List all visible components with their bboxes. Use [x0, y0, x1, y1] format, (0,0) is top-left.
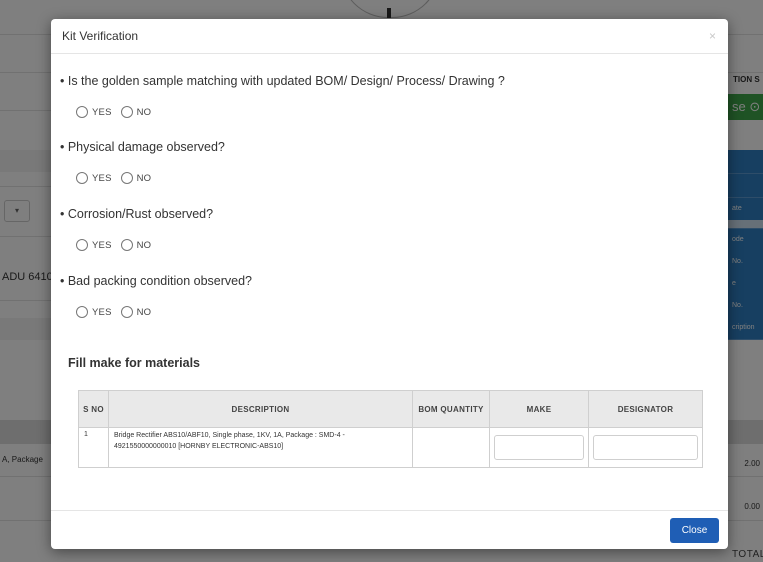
cell-make [489, 427, 589, 468]
radio-no-label: NO [136, 172, 152, 184]
radio-yes[interactable]: YES [76, 106, 112, 118]
radio-no-label: NO [136, 106, 152, 118]
radio-yes-label: YES [92, 239, 112, 251]
radio-circle-icon[interactable] [120, 172, 133, 184]
question-corrosion-rust: • Corrosion/Rust observed? YES NO [60, 207, 213, 251]
designator-input[interactable] [593, 435, 698, 460]
radio-circle-icon[interactable] [76, 306, 88, 318]
column-header-sno: S NO [78, 390, 109, 428]
radio-no[interactable]: NO [120, 239, 152, 251]
kit-verification-modal: Kit Verification × • Is the golden sampl… [51, 19, 728, 549]
radio-no[interactable]: NO [120, 306, 152, 318]
cell-designator [588, 427, 703, 468]
radio-circle-icon[interactable] [120, 106, 133, 118]
radio-yes-label: YES [92, 172, 112, 184]
modal-header: Kit Verification × [51, 19, 728, 54]
make-input[interactable] [494, 435, 584, 460]
cell-sno: 1 [78, 427, 109, 468]
table-header-row: S NO DESCRIPTION BOM QUANTITY MAKE DESIG… [78, 390, 703, 428]
radio-yes-label: YES [92, 106, 112, 118]
column-header-make: MAKE [489, 390, 589, 428]
radio-circle-icon[interactable] [120, 239, 133, 251]
column-header-description: DESCRIPTION [108, 390, 413, 428]
radio-no[interactable]: NO [120, 106, 152, 118]
radio-no[interactable]: NO [120, 172, 152, 184]
radio-yes[interactable]: YES [76, 306, 112, 318]
question-text: • Bad packing condition observed? [60, 274, 253, 288]
radio-circle-icon[interactable] [76, 172, 88, 184]
answer-options: YES NO [60, 172, 225, 184]
question-bad-packing: • Bad packing condition observed? YES NO [60, 274, 252, 318]
radio-circle-icon[interactable] [76, 239, 88, 251]
radio-no-label: NO [136, 306, 152, 318]
cell-description: Bridge Rectifier ABS10/ABF10, Single pha… [108, 427, 413, 468]
question-text: • Corrosion/Rust observed? [60, 207, 214, 221]
modal-footer: Close [51, 510, 728, 549]
table-row: 1 Bridge Rectifier ABS10/ABF10, Single p… [78, 427, 703, 468]
radio-yes-label: YES [92, 306, 112, 318]
radio-no-label: NO [136, 239, 152, 251]
question-physical-damage: • Physical damage observed? YES NO [60, 140, 225, 184]
radio-yes[interactable]: YES [76, 172, 112, 184]
section-title: Fill make for materials [68, 356, 201, 370]
radio-circle-icon[interactable] [120, 306, 133, 318]
materials-table: S NO DESCRIPTION BOM QUANTITY MAKE DESIG… [78, 390, 703, 468]
question-text: • Is the golden sample matching with upd… [60, 74, 505, 88]
question-golden-sample: • Is the golden sample matching with upd… [60, 74, 505, 118]
answer-options: YES NO [60, 239, 213, 251]
close-icon[interactable]: × [709, 29, 716, 43]
column-header-bom-quantity: BOM QUANTITY [412, 390, 490, 428]
radio-yes[interactable]: YES [76, 239, 112, 251]
column-header-designator: DESIGNATOR [588, 390, 703, 428]
answer-options: YES NO [60, 106, 505, 118]
question-text: • Physical damage observed? [60, 140, 225, 154]
radio-circle-icon[interactable] [76, 106, 88, 118]
close-button[interactable]: Close [670, 518, 719, 543]
modal-title: Kit Verification [62, 29, 139, 43]
cell-bom-quantity [412, 427, 490, 468]
answer-options: YES NO [60, 306, 252, 318]
